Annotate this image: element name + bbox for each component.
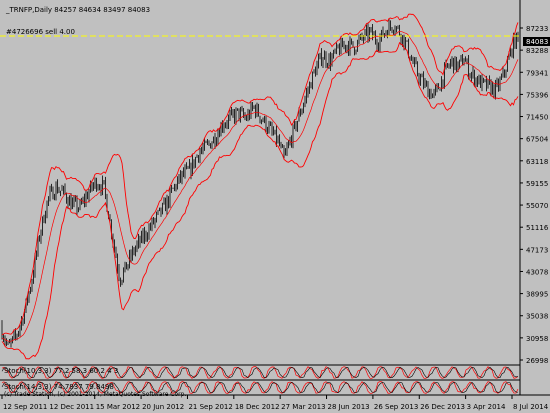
time-tick-label: 28 Jun 2013 bbox=[328, 403, 370, 411]
chart-window[interactable]: #4726696 sell 4.00 _TRNFP,Daily 84257 84… bbox=[0, 0, 550, 413]
time-tick-label: 26 Dec 2013 bbox=[420, 403, 465, 411]
price-tick-label: 26998 bbox=[526, 357, 548, 365]
symbol-header: _TRNFP,Daily 84257 84634 83497 84083 bbox=[5, 6, 150, 14]
time-tick-label: 20 Jun 2012 bbox=[142, 403, 184, 411]
price-tick-label: 59155 bbox=[526, 180, 548, 188]
time-tick-label: 12 Sep 2011 bbox=[3, 403, 47, 411]
time-tick-label: 27 Mar 2013 bbox=[281, 403, 325, 411]
price-tick-label: 63118 bbox=[526, 158, 548, 166]
time-tick-label: 3 Apr 2014 bbox=[467, 403, 506, 411]
price-tick-label: 71450 bbox=[526, 114, 548, 122]
price-tick-label: 87233 bbox=[526, 25, 548, 33]
price-tick-label: 43078 bbox=[526, 268, 548, 276]
time-tick-label: 8 Jul 2014 bbox=[513, 403, 549, 411]
price-tick-label: 30958 bbox=[526, 335, 548, 343]
indicator-1-label: Stoch(10,3,3) 77.2 58.3 60.2 4 3 bbox=[4, 367, 118, 375]
price-tick-label: 75396 bbox=[526, 91, 549, 99]
current-price-text: 84083 bbox=[526, 38, 548, 46]
copyright-text: (c) Trade Station, (c) 2001-2014, MetaQu… bbox=[4, 391, 186, 398]
price-chart[interactable]: #4726696 sell 4.00 _TRNFP,Daily 84257 84… bbox=[0, 0, 550, 413]
price-tick-label: 35038 bbox=[526, 313, 548, 321]
time-tick-label: 21 Sep 2012 bbox=[188, 403, 232, 411]
order-label: #4726696 sell 4.00 bbox=[6, 28, 75, 36]
price-tick-label: 79341 bbox=[526, 69, 548, 77]
price-tick-label: 83288 bbox=[526, 47, 548, 55]
price-tick-label: 47173 bbox=[526, 246, 548, 254]
price-tick-label: 38995 bbox=[526, 291, 548, 299]
time-tick-label: 26 Sep 2013 bbox=[374, 403, 418, 411]
price-tick-label: 55070 bbox=[526, 202, 548, 210]
time-tick-label: 18 Dec 2012 bbox=[235, 403, 280, 411]
price-tick-label: 51116 bbox=[526, 224, 549, 232]
time-tick-label: 12 Dec 2011 bbox=[49, 403, 94, 411]
chart-background bbox=[0, 0, 550, 413]
time-tick-label: 15 Mar 2012 bbox=[96, 403, 140, 411]
price-tick-label: 67504 bbox=[526, 136, 549, 144]
indicator-2-label: Stoch(14,3,3) 74.7837 79.8498 bbox=[4, 383, 114, 391]
